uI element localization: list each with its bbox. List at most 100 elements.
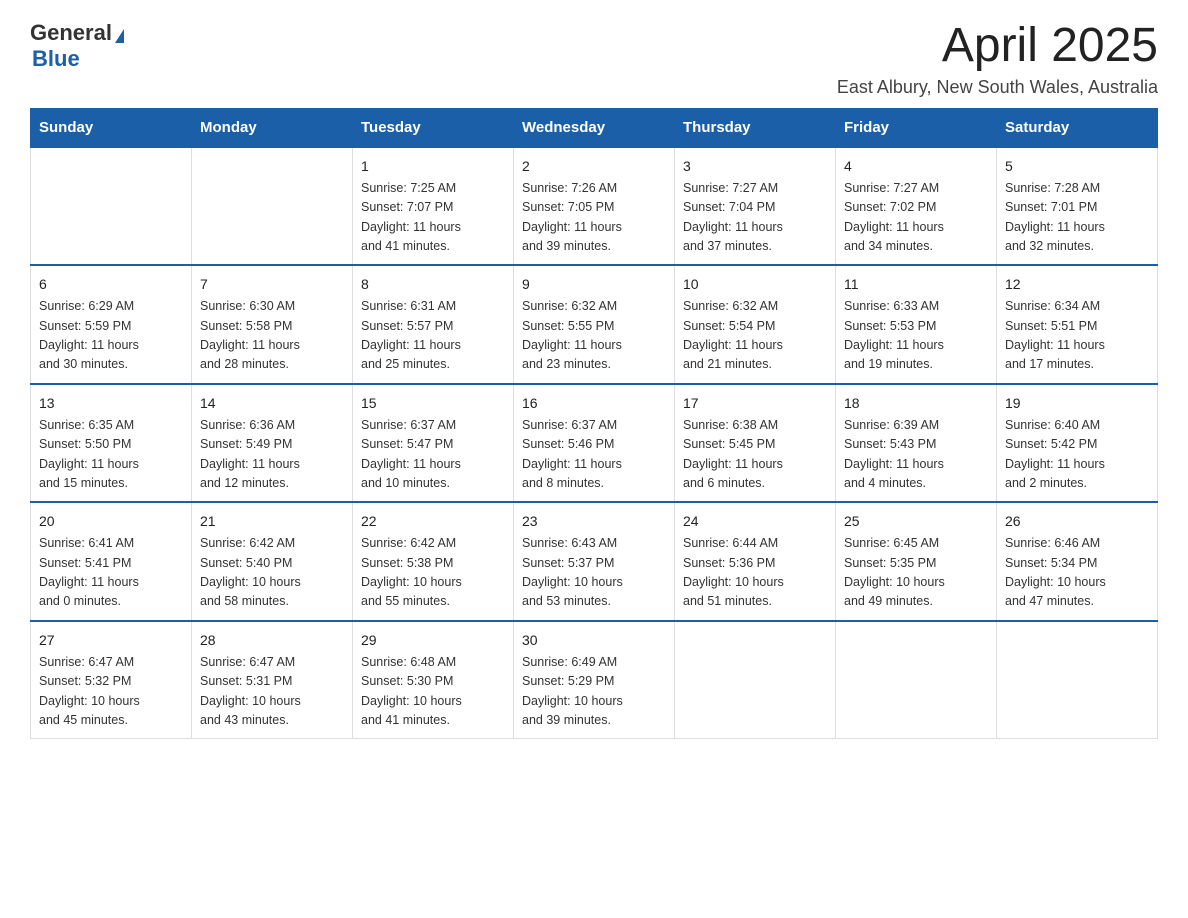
calendar-week-row: 13 Sunrise: 6:35 AM Sunset: 5:50 PM Dayli… xyxy=(31,384,1158,503)
day-info: Sunrise: 7:28 AM Sunset: 7:01 PM Dayligh… xyxy=(1005,181,1105,253)
calendar-week-row: 6 Sunrise: 6:29 AM Sunset: 5:59 PM Daylig… xyxy=(31,265,1158,384)
day-number: 25 xyxy=(844,511,988,532)
day-number: 13 xyxy=(39,393,183,414)
calendar-table: SundayMondayTuesdayWednesdayThursdayFrid… xyxy=(30,108,1158,740)
calendar-day-cell: 9 Sunrise: 6:32 AM Sunset: 5:55 PM Daylig… xyxy=(514,265,675,384)
calendar-day-cell xyxy=(192,147,353,266)
calendar-day-cell: 7 Sunrise: 6:30 AM Sunset: 5:58 PM Daylig… xyxy=(192,265,353,384)
calendar-header-row: SundayMondayTuesdayWednesdayThursdayFrid… xyxy=(31,108,1158,147)
calendar-day-cell: 28 Sunrise: 6:47 AM Sunset: 5:31 PM Dayli… xyxy=(192,621,353,739)
day-of-week-header: Friday xyxy=(836,108,997,147)
calendar-day-cell: 10 Sunrise: 6:32 AM Sunset: 5:54 PM Dayli… xyxy=(675,265,836,384)
day-number: 6 xyxy=(39,274,183,295)
header: General Blue April 2025 East Albury, New… xyxy=(30,20,1158,98)
logo-blue-text: Blue xyxy=(32,46,80,72)
day-number: 30 xyxy=(522,630,666,651)
calendar-day-cell xyxy=(31,147,192,266)
calendar-day-cell: 25 Sunrise: 6:45 AM Sunset: 5:35 PM Dayli… xyxy=(836,502,997,621)
calendar-day-cell: 11 Sunrise: 6:33 AM Sunset: 5:53 PM Dayli… xyxy=(836,265,997,384)
day-number: 28 xyxy=(200,630,344,651)
calendar-day-cell: 14 Sunrise: 6:36 AM Sunset: 5:49 PM Dayli… xyxy=(192,384,353,503)
day-number: 22 xyxy=(361,511,505,532)
day-of-week-header: Tuesday xyxy=(353,108,514,147)
day-info: Sunrise: 6:32 AM Sunset: 5:55 PM Dayligh… xyxy=(522,299,622,371)
day-info: Sunrise: 6:30 AM Sunset: 5:58 PM Dayligh… xyxy=(200,299,300,371)
day-info: Sunrise: 7:26 AM Sunset: 7:05 PM Dayligh… xyxy=(522,181,622,253)
day-info: Sunrise: 6:32 AM Sunset: 5:54 PM Dayligh… xyxy=(683,299,783,371)
day-number: 23 xyxy=(522,511,666,532)
day-info: Sunrise: 6:46 AM Sunset: 5:34 PM Dayligh… xyxy=(1005,536,1106,608)
day-info: Sunrise: 6:37 AM Sunset: 5:47 PM Dayligh… xyxy=(361,418,461,490)
day-number: 19 xyxy=(1005,393,1149,414)
day-info: Sunrise: 6:44 AM Sunset: 5:36 PM Dayligh… xyxy=(683,536,784,608)
calendar-day-cell: 20 Sunrise: 6:41 AM Sunset: 5:41 PM Dayli… xyxy=(31,502,192,621)
day-info: Sunrise: 6:33 AM Sunset: 5:53 PM Dayligh… xyxy=(844,299,944,371)
logo-general-text: General xyxy=(30,20,112,46)
day-number: 3 xyxy=(683,156,827,177)
calendar-day-cell: 13 Sunrise: 6:35 AM Sunset: 5:50 PM Dayli… xyxy=(31,384,192,503)
day-number: 2 xyxy=(522,156,666,177)
day-number: 16 xyxy=(522,393,666,414)
calendar-day-cell: 15Sunrise: 6:37 AM Sunset: 5:47 PM Dayli… xyxy=(353,384,514,503)
month-title: April 2025 xyxy=(837,20,1158,73)
calendar-day-cell: 18Sunrise: 6:39 AM Sunset: 5:43 PM Dayli… xyxy=(836,384,997,503)
day-info: Sunrise: 6:37 AM Sunset: 5:46 PM Dayligh… xyxy=(522,418,622,490)
day-number: 20 xyxy=(39,511,183,532)
day-number: 7 xyxy=(200,274,344,295)
calendar-day-cell: 26Sunrise: 6:46 AM Sunset: 5:34 PM Dayli… xyxy=(997,502,1158,621)
day-info: Sunrise: 6:36 AM Sunset: 5:49 PM Dayligh… xyxy=(200,418,300,490)
day-info: Sunrise: 6:42 AM Sunset: 5:40 PM Dayligh… xyxy=(200,536,301,608)
day-number: 11 xyxy=(844,274,988,295)
calendar-day-cell: 16 Sunrise: 6:37 AM Sunset: 5:46 PM Dayli… xyxy=(514,384,675,503)
day-info: Sunrise: 6:48 AM Sunset: 5:30 PM Dayligh… xyxy=(361,655,462,727)
day-number: 24 xyxy=(683,511,827,532)
day-number: 10 xyxy=(683,274,827,295)
calendar-day-cell: 5 Sunrise: 7:28 AM Sunset: 7:01 PM Daylig… xyxy=(997,147,1158,266)
calendar-day-cell: 1 Sunrise: 7:25 AM Sunset: 7:07 PM Daylig… xyxy=(353,147,514,266)
day-info: Sunrise: 6:42 AM Sunset: 5:38 PM Dayligh… xyxy=(361,536,462,608)
calendar-day-cell: 2 Sunrise: 7:26 AM Sunset: 7:05 PM Daylig… xyxy=(514,147,675,266)
day-info: Sunrise: 6:35 AM Sunset: 5:50 PM Dayligh… xyxy=(39,418,139,490)
title-area: April 2025 East Albury, New South Wales,… xyxy=(837,20,1158,98)
calendar-day-cell: 19 Sunrise: 6:40 AM Sunset: 5:42 PM Dayli… xyxy=(997,384,1158,503)
day-of-week-header: Wednesday xyxy=(514,108,675,147)
calendar-day-cell: 29 Sunrise: 6:48 AM Sunset: 5:30 PM Dayli… xyxy=(353,621,514,739)
location-subtitle: East Albury, New South Wales, Australia xyxy=(837,77,1158,98)
day-number: 14 xyxy=(200,393,344,414)
calendar-week-row: 20 Sunrise: 6:41 AM Sunset: 5:41 PM Dayli… xyxy=(31,502,1158,621)
day-info: Sunrise: 6:45 AM Sunset: 5:35 PM Dayligh… xyxy=(844,536,945,608)
day-info: Sunrise: 6:40 AM Sunset: 5:42 PM Dayligh… xyxy=(1005,418,1105,490)
day-number: 27 xyxy=(39,630,183,651)
day-info: Sunrise: 7:27 AM Sunset: 7:04 PM Dayligh… xyxy=(683,181,783,253)
day-number: 21 xyxy=(200,511,344,532)
day-info: Sunrise: 6:34 AM Sunset: 5:51 PM Dayligh… xyxy=(1005,299,1105,371)
day-info: Sunrise: 6:47 AM Sunset: 5:32 PM Dayligh… xyxy=(39,655,140,727)
calendar-day-cell: 22 Sunrise: 6:42 AM Sunset: 5:38 PM Dayli… xyxy=(353,502,514,621)
calendar-week-row: 1 Sunrise: 7:25 AM Sunset: 7:07 PM Daylig… xyxy=(31,147,1158,266)
day-of-week-header: Saturday xyxy=(997,108,1158,147)
calendar-day-cell: 6 Sunrise: 6:29 AM Sunset: 5:59 PM Daylig… xyxy=(31,265,192,384)
day-of-week-header: Monday xyxy=(192,108,353,147)
calendar-day-cell: 21 Sunrise: 6:42 AM Sunset: 5:40 PM Dayli… xyxy=(192,502,353,621)
calendar-week-row: 27 Sunrise: 6:47 AM Sunset: 5:32 PM Dayli… xyxy=(31,621,1158,739)
calendar-day-cell: 3 Sunrise: 7:27 AM Sunset: 7:04 PM Daylig… xyxy=(675,147,836,266)
calendar-day-cell: 8Sunrise: 6:31 AM Sunset: 5:57 PM Daylig… xyxy=(353,265,514,384)
day-number: 9 xyxy=(522,274,666,295)
day-number: 12 xyxy=(1005,274,1149,295)
day-info: Sunrise: 6:29 AM Sunset: 5:59 PM Dayligh… xyxy=(39,299,139,371)
calendar-day-cell: 30Sunrise: 6:49 AM Sunset: 5:29 PM Dayli… xyxy=(514,621,675,739)
day-number: 29 xyxy=(361,630,505,651)
calendar-day-cell: 4Sunrise: 7:27 AM Sunset: 7:02 PM Daylig… xyxy=(836,147,997,266)
day-of-week-header: Thursday xyxy=(675,108,836,147)
day-info: Sunrise: 7:25 AM Sunset: 7:07 PM Dayligh… xyxy=(361,181,461,253)
day-number: 8 xyxy=(361,274,505,295)
logo: General Blue xyxy=(30,20,124,72)
day-info: Sunrise: 6:41 AM Sunset: 5:41 PM Dayligh… xyxy=(39,536,139,608)
calendar-day-cell xyxy=(836,621,997,739)
day-info: Sunrise: 6:39 AM Sunset: 5:43 PM Dayligh… xyxy=(844,418,944,490)
day-number: 5 xyxy=(1005,156,1149,177)
logo-arrow-icon xyxy=(115,29,124,43)
day-number: 1 xyxy=(361,156,505,177)
day-info: Sunrise: 6:47 AM Sunset: 5:31 PM Dayligh… xyxy=(200,655,301,727)
day-number: 4 xyxy=(844,156,988,177)
